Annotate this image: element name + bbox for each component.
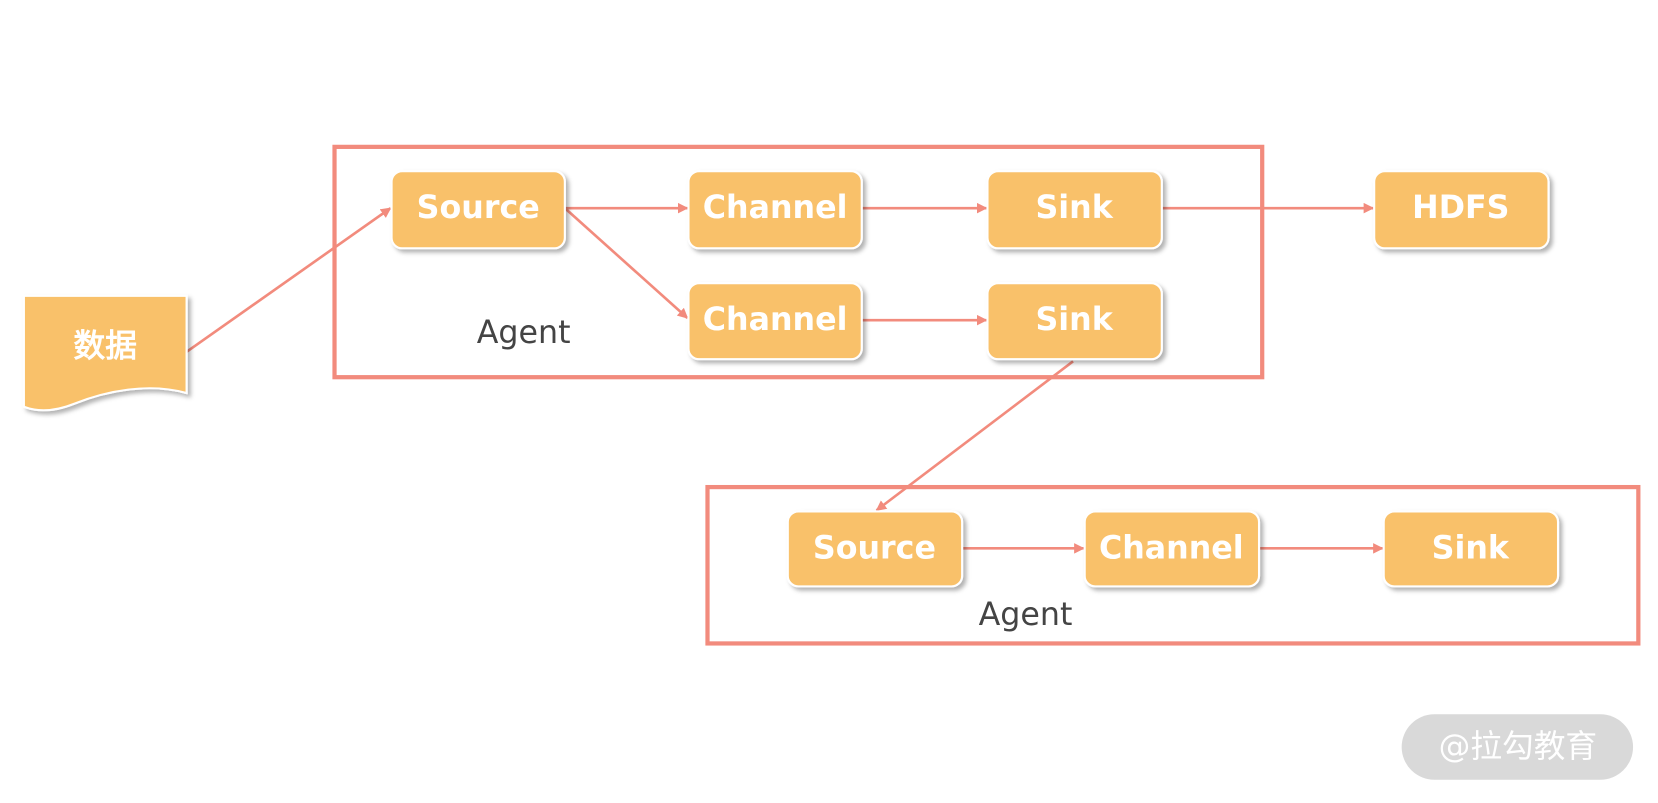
node-label: Channel	[703, 190, 848, 226]
hdfs-node: HDFS	[1373, 170, 1550, 250]
data-node: 数据	[22, 294, 188, 412]
node-label: Source	[417, 190, 540, 226]
agent2-sink-node: Sink	[1382, 510, 1560, 588]
flume-diagram: Agent Agent 数据 Source Channel Sink HDFS …	[22, 144, 1641, 780]
agent1-sink1-node: Sink	[986, 170, 1163, 250]
watermark-text: @拉勾教育	[1439, 729, 1597, 765]
agent-label-2: Agent	[979, 597, 1073, 633]
arrow-data-to-source	[185, 207, 392, 353]
agent-label-1: Agent	[477, 315, 571, 351]
node-label: HDFS	[1412, 190, 1509, 226]
agent2-source-node: Source	[786, 510, 964, 588]
watermark: @拉勾教育	[1401, 714, 1634, 780]
arrow-source-to-channel2	[563, 207, 689, 320]
node-label: Channel	[1099, 530, 1244, 566]
agent1-channel1-node: Channel	[687, 170, 863, 250]
node-label: Sink	[1035, 302, 1113, 338]
agent2-channel-node: Channel	[1083, 510, 1261, 588]
data-node-label: 数据	[74, 329, 137, 365]
agent1-channel2-node: Channel	[687, 282, 863, 361]
node-label: Sink	[1432, 530, 1510, 566]
node-label: Source	[813, 530, 936, 566]
node-label: Channel	[703, 302, 848, 338]
agent1-source-node: Source	[390, 170, 566, 250]
agent1-sink2-node: Sink	[986, 282, 1163, 361]
node-label: Sink	[1035, 190, 1113, 226]
